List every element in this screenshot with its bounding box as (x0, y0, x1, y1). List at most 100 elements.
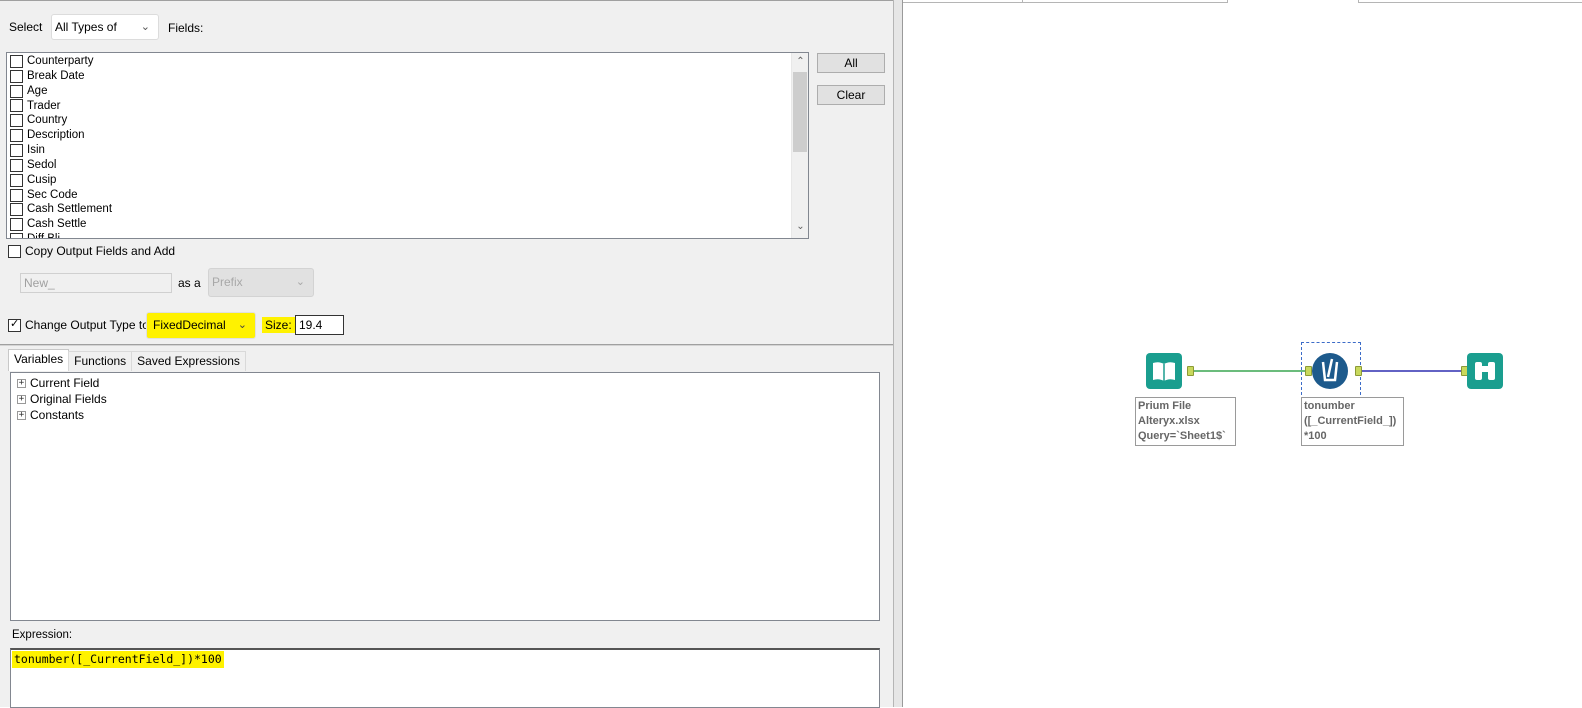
size-label: Size: (262, 317, 295, 333)
expand-icon[interactable]: + (17, 378, 26, 388)
expression-label: Expression: (12, 629, 73, 641)
field-checkbox[interactable] (10, 99, 23, 113)
section-divider (0, 344, 893, 346)
variables-tree: + Current Field + Original Fields + Cons… (10, 372, 880, 621)
field-list-item[interactable]: Diff Bli (7, 232, 808, 238)
field-label: Description (27, 129, 85, 142)
field-checkbox[interactable] (10, 54, 23, 68)
change-output-checkbox[interactable]: ✓ (8, 317, 21, 332)
workflow-canvas[interactable]: Prium File Alteryx.xlsx Query=`Sheet1$` … (903, 0, 1582, 707)
tab-variables[interactable]: Variables (8, 349, 70, 371)
field-label: Trader (27, 99, 61, 112)
scroll-down-icon[interactable]: ⌄ (792, 221, 808, 232)
field-label: Break Date (27, 69, 85, 82)
tree-item-original-fields[interactable]: + Original Fields (11, 391, 879, 407)
multi-field-formula-config-panel: Select All Types of ⌄ Fields: Counterpar… (0, 0, 893, 708)
expression-tabs: Variables Functions Saved Expressions (8, 349, 246, 371)
change-output-row: ✓ Change Output Type to (8, 318, 149, 332)
annotation-line: Prium File (1138, 400, 1192, 412)
field-list-item[interactable]: Break Date (7, 69, 808, 84)
clear-button[interactable]: Clear (817, 85, 885, 105)
field-label: Cash Settle (27, 218, 87, 231)
expression-editor[interactable]: tonumber([_CurrentField_])*100 (10, 648, 880, 708)
field-list-item[interactable]: Sec Code (7, 188, 808, 203)
expand-icon[interactable]: + (17, 394, 26, 404)
tree-item-current-field[interactable]: + Current Field (11, 375, 879, 391)
field-label: Sec Code (27, 188, 78, 201)
field-label: Cash Settlement (27, 203, 113, 216)
multi-field-formula-tool[interactable] (1312, 353, 1348, 389)
size-input[interactable]: 19.4 (295, 315, 344, 335)
field-checkbox[interactable] (10, 84, 23, 98)
annotation-line: tonumber (1304, 400, 1355, 412)
field-list-item[interactable]: Cusip (7, 173, 808, 188)
select-all-button[interactable]: All (817, 53, 885, 73)
check-icon: ✓ (10, 317, 20, 330)
tree-item-label: Original Fields (30, 392, 107, 406)
chevron-down-icon: ⌄ (237, 319, 247, 331)
field-checkbox[interactable] (10, 129, 23, 143)
annotation-line: ([_CurrentField_]) (1304, 415, 1397, 427)
expand-icon[interactable]: + (17, 410, 26, 420)
field-checkbox[interactable] (10, 188, 23, 202)
field-checkbox[interactable] (10, 173, 23, 187)
field-checkbox[interactable] (10, 233, 23, 238)
copy-output-label: Copy Output Fields and Add (25, 244, 176, 258)
field-label: Diff Bli (27, 232, 60, 238)
tree-item-label: Current Field (30, 376, 100, 390)
field-list-item[interactable]: Isin (7, 143, 808, 158)
panel-splitter[interactable] (893, 0, 903, 707)
tab-functions[interactable]: Functions (68, 351, 133, 371)
output-anchor[interactable] (1187, 366, 1194, 376)
field-list-item[interactable]: Cash Settlement (7, 202, 808, 217)
fields-scrollbar[interactable]: ⌃ ⌄ (791, 53, 808, 238)
change-output-label: Change Output Type to (25, 318, 149, 332)
annotation-line: Alteryx.xlsx (1138, 415, 1200, 427)
field-list-item[interactable]: Sedol (7, 158, 808, 173)
field-type-dropdown[interactable]: All Types of ⌄ (51, 14, 159, 40)
select-label: Select (9, 20, 43, 34)
field-checkbox[interactable] (10, 69, 23, 83)
field-label: Age (27, 84, 48, 97)
fields-listbox[interactable]: Counterparty Break Date Age Trader Country De… (6, 52, 809, 239)
field-list-item[interactable]: Cash Settle (7, 217, 808, 232)
field-label: Cusip (27, 173, 57, 186)
input-data-tool[interactable] (1146, 353, 1182, 389)
chevron-down-icon: ⌄ (140, 21, 150, 33)
fields-list: Counterparty Break Date Age Trader Country De… (7, 53, 808, 238)
field-list-item[interactable]: Age (7, 84, 808, 99)
output-anchor[interactable] (1355, 366, 1362, 376)
field-list-item[interactable]: Country (7, 113, 808, 128)
chevron-down-icon: ⌄ (295, 276, 305, 288)
field-label: Sedol (27, 158, 57, 171)
formula-tool-annotation: tonumber ([_CurrentField_]) *100 (1301, 397, 1404, 446)
field-label: Counterparty (27, 55, 94, 67)
copy-output-checkbox[interactable] (8, 244, 21, 258)
input-anchor[interactable] (1305, 366, 1312, 376)
annotation-line: *100 (1304, 430, 1327, 442)
copy-output-row: Copy Output Fields and Add (8, 244, 175, 258)
field-list-item[interactable]: Trader (7, 99, 808, 114)
scroll-thumb[interactable] (793, 72, 807, 152)
field-type-dropdown-value: All Types of (55, 20, 117, 34)
prefix-suffix-dropdown[interactable]: Prefix ⌄ (208, 268, 314, 297)
field-checkbox[interactable] (10, 158, 23, 172)
new-field-name-input[interactable]: New_ (20, 273, 172, 293)
field-checkbox[interactable] (10, 143, 23, 157)
scroll-up-icon[interactable]: ⌃ (792, 56, 808, 67)
field-checkbox[interactable] (10, 203, 23, 217)
field-checkbox[interactable] (10, 218, 23, 232)
field-list-item[interactable]: Counterparty (7, 54, 808, 69)
browse-tool[interactable] (1467, 353, 1503, 389)
field-list-item[interactable]: Description (7, 128, 808, 143)
annotation-line: Query=`Sheet1$` (1138, 430, 1226, 442)
tree-item-label: Constants (30, 408, 85, 422)
output-type-dropdown[interactable]: FixedDecimal ⌄ (146, 312, 256, 339)
tree-item-constants[interactable]: + Constants (11, 407, 879, 423)
as-a-label: as a (178, 276, 201, 290)
field-label: Country (27, 114, 68, 127)
binoculars-icon (1475, 362, 1495, 380)
field-checkbox[interactable] (10, 114, 23, 128)
expression-text: tonumber([_CurrentField_])*100 (12, 651, 224, 668)
tab-saved-expressions[interactable]: Saved Expressions (131, 351, 246, 371)
